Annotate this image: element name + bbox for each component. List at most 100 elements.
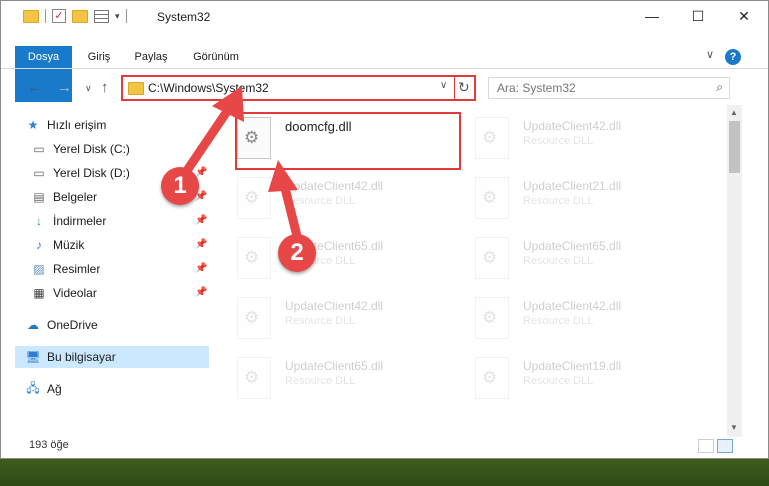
sidebar-item-this-pc[interactable]: 🖥 Bu bilgisayar (15, 346, 209, 368)
properties-check-icon[interactable]: ✓ (52, 9, 66, 23)
details-view-icon[interactable] (698, 439, 714, 453)
file-name: UpdateClient42.dll (523, 299, 622, 313)
ribbon-tabs: Dosya Giriş Paylaş Görünüm ∨ ? (1, 46, 768, 102)
dll-file-icon (237, 297, 271, 339)
dll-file-icon (237, 237, 271, 279)
ribbon-divider (1, 68, 768, 69)
tab-view[interactable]: Görünüm (187, 46, 245, 68)
ribbon-expand-chevron-icon[interactable]: ∨ (706, 48, 714, 61)
search-input[interactable] (489, 78, 699, 98)
sidebar-item-downloads[interactable]: ↓ İndirmeler (31, 210, 201, 232)
pin-icon[interactable]: 📌 (195, 263, 207, 274)
file-highlight-box (235, 112, 461, 170)
close-button[interactable]: ✕ (721, 1, 767, 31)
cloud-icon: ☁ (27, 318, 39, 332)
file-type: Resource DLL (523, 135, 594, 147)
sidebar-item-network[interactable]: 🖧 Ağ (25, 378, 205, 400)
sidebar-item-disk-c[interactable]: ▭ Yerel Disk (C:) (31, 138, 201, 160)
step-marker-1: 1 (161, 167, 199, 205)
new-folder-icon[interactable] (72, 9, 88, 23)
sidebar-item-quick-access[interactable]: ★ Hızlı erişim (25, 114, 205, 136)
sidebar-item-label: Resimler (53, 262, 101, 276)
dll-file-icon (475, 117, 509, 159)
sidebar-item-label: Yerel Disk (C:) (53, 142, 130, 156)
vertical-scrollbar[interactable]: ▲ ▼ (727, 105, 742, 437)
sidebar-item-onedrive[interactable]: ☁ OneDrive (25, 314, 205, 336)
step-marker-2: 2 (278, 234, 316, 272)
file-item[interactable]: UpdateClient42.dll Resource DLL (461, 291, 681, 347)
scroll-up-icon[interactable]: ▲ (730, 108, 738, 117)
large-icons-view-icon[interactable] (717, 439, 733, 453)
scroll-thumb[interactable] (729, 121, 740, 173)
dll-file-icon (475, 237, 509, 279)
drive-icon: ▭ (33, 142, 45, 156)
file-item[interactable]: UpdateClient65.dll Resource DLL (461, 231, 681, 287)
address-divider (454, 77, 455, 99)
drive-icon: ▭ (33, 166, 45, 180)
quick-access-toolbar: ✓ ▾ (23, 9, 127, 23)
file-item[interactable]: UpdateClient21.dll Resource DLL (461, 171, 681, 227)
file-type: Resource DLL (523, 315, 594, 327)
file-item[interactable]: UpdateClient42.dll Resource DLL (461, 111, 681, 167)
back-arrow-icon[interactable]: ← (27, 79, 42, 96)
pin-icon[interactable]: 📌 (195, 143, 207, 154)
computer-icon: 🖥 (25, 350, 41, 364)
title-bar: ✓ ▾ System32 — ☐ ✕ (1, 1, 768, 32)
tab-home[interactable]: Giriş (81, 46, 117, 68)
navigation-pane: ★ Hızlı erişim ▭ Yerel Disk (C:) 📌 ▭ Yer… (15, 111, 209, 431)
file-type: Resource DLL (523, 375, 594, 387)
address-path[interactable]: C:\Windows\System32 (148, 81, 269, 95)
file-name: UpdateClient19.dll (523, 359, 622, 373)
videos-icon: ▦ (33, 286, 45, 300)
refresh-icon[interactable]: ↻ (458, 79, 470, 96)
file-type: Resource DLL (285, 375, 356, 387)
file-name: UpdateClient42.dll (285, 299, 384, 313)
pictures-icon: ▨ (33, 262, 45, 276)
sidebar-item-label: Hızlı erişim (47, 118, 107, 132)
pin-icon[interactable]: 📌 (195, 215, 207, 226)
minimize-button[interactable]: — (629, 1, 675, 31)
toolbar-divider (125, 9, 127, 23)
up-arrow-icon[interactable]: ↑ (101, 79, 109, 96)
tab-share[interactable]: Paylaş (129, 46, 173, 68)
search-icon[interactable]: ⌕ (716, 80, 723, 95)
file-item[interactable]: UpdateClient42.dll Resource DLL (223, 171, 443, 227)
help-icon[interactable]: ? (725, 49, 741, 65)
sidebar-item-music[interactable]: ♪ Müzik (31, 234, 201, 256)
file-item[interactable]: UpdateClient19.dll Resource DLL (461, 351, 681, 407)
toolbar-divider (45, 9, 46, 23)
address-folder-icon (128, 82, 144, 95)
window-title: System32 (157, 10, 211, 24)
file-item[interactable]: UpdateClient65.dll Resource DLL (223, 231, 443, 287)
sidebar-item-label: OneDrive (47, 318, 98, 332)
recent-locations-chevron-icon[interactable]: ∨ (85, 83, 92, 94)
maximize-button[interactable]: ☐ (675, 1, 721, 31)
sidebar-item-label: Bu bilgisayar (47, 350, 116, 364)
item-count: 193 öğe (29, 439, 69, 451)
dll-file-icon (475, 297, 509, 339)
file-type: Resource DLL (285, 195, 356, 207)
pin-icon[interactable]: 📌 (195, 239, 207, 250)
file-item[interactable]: UpdateClient65.dll Resource DLL (223, 351, 443, 407)
search-box[interactable]: ⌕ (488, 77, 730, 99)
customize-toolbar-chevron-icon[interactable]: ▾ (115, 11, 120, 22)
sidebar-item-videos[interactable]: ▦ Videolar (31, 282, 201, 304)
file-type: Resource DLL (523, 195, 594, 207)
address-bar[interactable]: C:\Windows\System32 ∨ ↻ (121, 75, 476, 101)
file-name: UpdateClient65.dll (285, 359, 384, 373)
explorer-window: ✓ ▾ System32 — ☐ ✕ Dosya Giriş Paylaş Gö… (0, 0, 769, 459)
file-item[interactable]: UpdateClient42.dll Resource DLL (223, 291, 443, 347)
forward-arrow-icon[interactable]: → (57, 79, 72, 96)
file-name: UpdateClient42.dll (523, 119, 622, 133)
address-dropdown-chevron-icon[interactable]: ∨ (440, 80, 447, 91)
sidebar-item-label: Belgeler (53, 190, 98, 204)
sidebar-item-label: İndirmeler (53, 214, 107, 228)
properties-icon[interactable] (94, 9, 109, 23)
scroll-down-icon[interactable]: ▼ (730, 423, 738, 432)
documents-icon: ▤ (33, 190, 45, 204)
dll-file-icon (475, 177, 509, 219)
file-name: UpdateClient42.dll (285, 179, 384, 193)
sidebar-item-pictures[interactable]: ▨ Resimler (31, 258, 201, 280)
pin-icon[interactable]: 📌 (195, 287, 207, 298)
download-icon: ↓ (36, 214, 42, 228)
